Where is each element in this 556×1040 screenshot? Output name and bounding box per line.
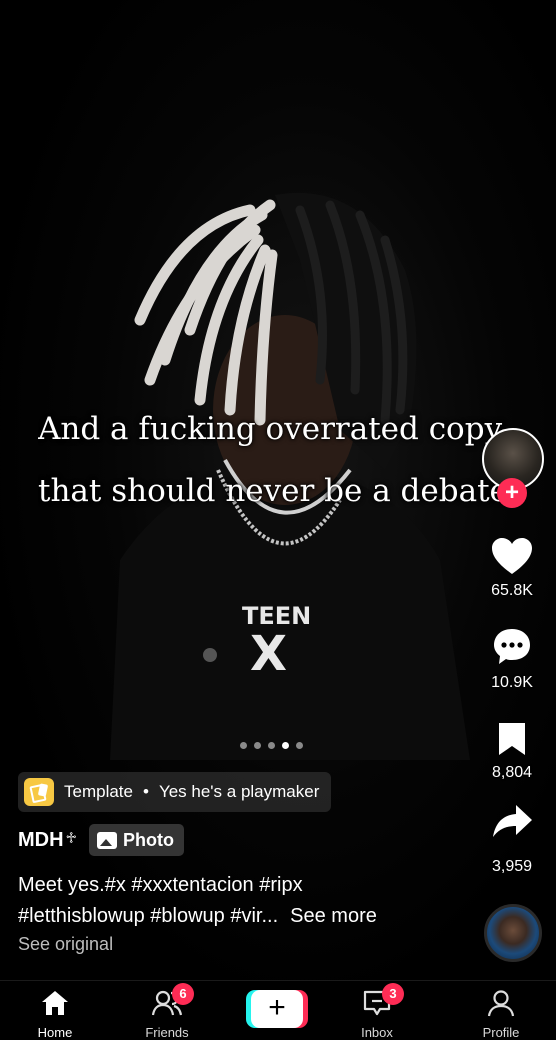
nav-home[interactable]: Home bbox=[10, 989, 100, 1040]
author-row: MDH ♱ Photo bbox=[18, 824, 185, 856]
like-button[interactable]: 65.8K bbox=[472, 536, 552, 600]
pager-dot[interactable] bbox=[296, 742, 303, 749]
see-more-link[interactable]: See more bbox=[290, 905, 377, 927]
save-count: 8,804 bbox=[491, 764, 533, 781]
photo-badge: Photo bbox=[89, 824, 185, 856]
author-name[interactable]: MDH ♱ bbox=[18, 829, 77, 852]
comment-count: 10.9K bbox=[491, 674, 533, 691]
photo-pager-dots bbox=[240, 742, 303, 749]
pager-dot[interactable] bbox=[254, 742, 261, 749]
nav-inbox-label: Inbox bbox=[361, 1025, 393, 1040]
template-icon bbox=[24, 778, 54, 806]
share-arrow-icon bbox=[493, 805, 532, 837]
plus-icon: + bbox=[251, 990, 303, 1028]
template-chip[interactable]: Template • Yes he's a playmaker bbox=[18, 772, 332, 812]
share-button[interactable]: 3,959 bbox=[472, 802, 552, 876]
photo-icon bbox=[97, 831, 118, 849]
nav-friends[interactable]: Friends 6 bbox=[122, 983, 212, 1040]
create-button[interactable]: + bbox=[246, 990, 308, 1028]
follow-button[interactable]: + bbox=[497, 478, 527, 508]
pager-dot[interactable] bbox=[268, 742, 275, 749]
template-label: Template bbox=[64, 782, 133, 801]
template-separator: • bbox=[142, 782, 149, 801]
pager-dot-active[interactable] bbox=[282, 742, 289, 749]
heart-icon bbox=[492, 538, 532, 574]
description-line-2: #letthisblowup #blowup #vir... bbox=[18, 905, 279, 927]
overlay-caption-line-2: that should never be a debate bbox=[38, 473, 508, 509]
pager-dot[interactable] bbox=[240, 742, 247, 749]
like-count: 65.8K bbox=[491, 582, 533, 599]
nav-friends-label: Friends bbox=[145, 1025, 189, 1040]
comment-icon bbox=[494, 629, 530, 664]
inbox-badge: 3 bbox=[382, 983, 404, 1005]
comment-button[interactable]: 10.9K bbox=[472, 626, 552, 692]
nav-profile[interactable]: Profile bbox=[456, 989, 546, 1040]
share-count: 3,959 bbox=[491, 858, 533, 875]
overlay-caption: And a fucking overrated copy that should… bbox=[38, 398, 556, 522]
overlay-caption-line-1: And a fucking overrated copy bbox=[38, 411, 503, 447]
nav-profile-label: Profile bbox=[482, 1025, 520, 1040]
nav-home-label: Home bbox=[37, 1025, 73, 1040]
see-original-link[interactable]: See original bbox=[18, 934, 113, 955]
friends-badge: 6 bbox=[172, 983, 194, 1005]
template-name: Yes he's a playmaker bbox=[158, 782, 320, 801]
post-description[interactable]: Meet yes.#x #xxxtentacion #ripx #letthis… bbox=[18, 870, 458, 932]
pendant-text-2: X bbox=[250, 626, 287, 682]
bookmark-icon bbox=[499, 723, 525, 755]
profile-icon bbox=[487, 990, 515, 1017]
description-line-1: Meet yes.#x #xxxtentacion #ripx bbox=[18, 874, 303, 896]
sound-avatar[interactable] bbox=[484, 904, 542, 962]
save-button[interactable]: 8,804 bbox=[472, 720, 552, 782]
home-icon bbox=[42, 991, 68, 1015]
photo-badge-label: Photo bbox=[123, 829, 175, 850]
nav-inbox[interactable]: Inbox 3 bbox=[332, 983, 422, 1040]
